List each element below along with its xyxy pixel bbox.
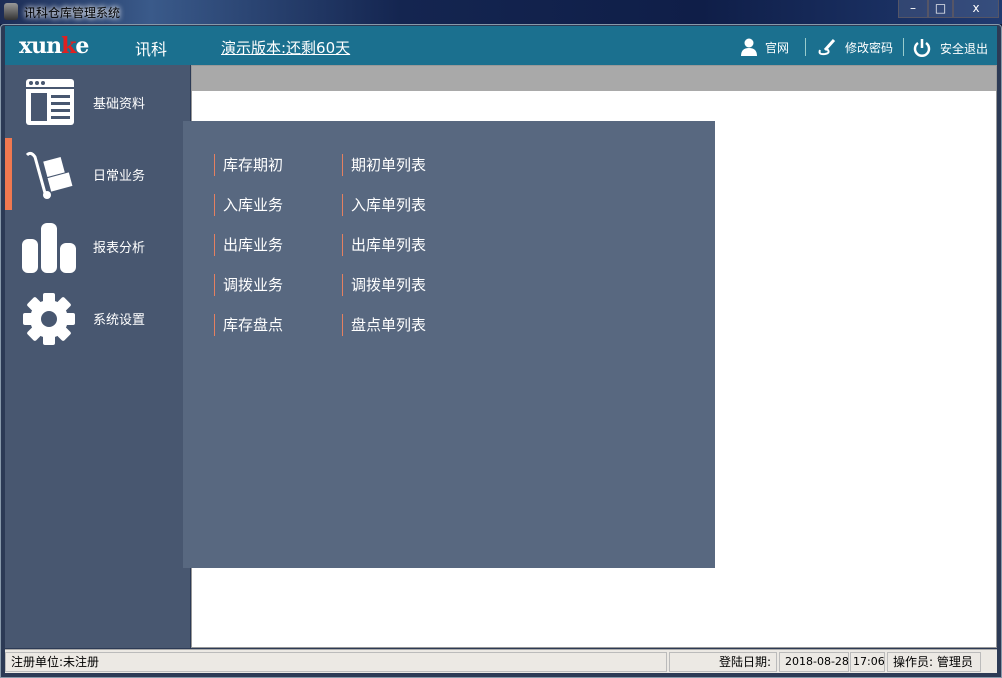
submenu-item[interactable]: 期初单列表 bbox=[342, 154, 426, 176]
logout-link[interactable]: 安全退出 bbox=[912, 38, 988, 58]
logo-cn: 讯科 bbox=[135, 40, 168, 59]
window-title: 讯科仓库管理系统 bbox=[24, 6, 121, 20]
submenu-item[interactable]: 出库单列表 bbox=[342, 234, 426, 256]
sidebar-item-daily-business[interactable]: 日常业务 bbox=[5, 137, 190, 209]
submenu-item[interactable]: 盘点单列表 bbox=[342, 314, 426, 336]
submenu-item[interactable]: 库存期初 bbox=[214, 154, 283, 176]
hand-truck-icon bbox=[25, 151, 73, 199]
close-button[interactable]: x bbox=[953, 0, 999, 18]
link-label: 官网 bbox=[765, 40, 790, 55]
status-login-label: 登陆日期: bbox=[669, 652, 777, 672]
sidebar-item-system-settings[interactable]: 系统设置 bbox=[5, 281, 190, 353]
sidebar-item-basic-data[interactable]: 基础资料 bbox=[5, 65, 190, 137]
status-operator: 操作员: 管理员 bbox=[887, 652, 981, 672]
app-icon bbox=[4, 3, 18, 20]
bar-chart-icon bbox=[22, 223, 76, 273]
link-label: 安全退出 bbox=[940, 41, 989, 56]
sidebar-item-label: 报表分析 bbox=[93, 241, 146, 256]
title-bar: 讯科仓库管理系统 bbox=[0, 0, 1002, 24]
submenu-item[interactable]: 入库业务 bbox=[214, 194, 283, 216]
maximize-button[interactable]: □ bbox=[928, 0, 953, 18]
submenu-panel: 库存期初 入库业务 出库业务 调拨业务 库存盘点 期初单列表 入库单列表 出库单… bbox=[183, 121, 715, 568]
power-icon bbox=[913, 39, 931, 57]
sidebar-item-label: 日常业务 bbox=[93, 169, 146, 184]
official-site-link[interactable]: 官网 bbox=[741, 38, 789, 56]
submenu-item[interactable]: 库存盘点 bbox=[214, 314, 283, 336]
window-list-icon bbox=[26, 79, 74, 125]
submenu-item[interactable]: 调拨单列表 bbox=[342, 274, 426, 296]
app-header: xunke 讯科 演示版本:还剩60天 官网 修改密码 安全退出 bbox=[5, 26, 997, 65]
status-company: 注册单位:未注册 bbox=[5, 652, 667, 672]
sidebar-item-reports[interactable]: 报表分析 bbox=[5, 209, 190, 281]
link-label: 修改密码 bbox=[845, 40, 894, 55]
logo: xunke bbox=[19, 33, 89, 59]
submenu-item[interactable]: 调拨业务 bbox=[214, 274, 283, 296]
status-time: 17:06 bbox=[850, 652, 885, 672]
submenu-item[interactable]: 出库业务 bbox=[214, 234, 283, 256]
divider bbox=[903, 38, 904, 56]
gear-icon bbox=[23, 293, 75, 345]
submenu-item[interactable]: 入库单列表 bbox=[342, 194, 426, 216]
sidebar: 基础资料 日常业务 报表分析 系统设置 bbox=[5, 65, 190, 648]
tab-strip bbox=[192, 66, 996, 91]
user-icon bbox=[741, 38, 757, 56]
demo-version-link[interactable]: 演示版本:还剩60天 bbox=[221, 37, 350, 58]
status-date: 2018-08-28 bbox=[779, 652, 849, 672]
status-bar: 注册单位:未注册 登陆日期: 2018-08-28 17:06 操作员: 管理员 bbox=[5, 649, 997, 673]
sidebar-item-label: 系统设置 bbox=[93, 313, 146, 328]
sidebar-item-label: 基础资料 bbox=[93, 97, 146, 112]
divider bbox=[805, 38, 806, 56]
pen-icon bbox=[818, 38, 836, 56]
minimize-button[interactable]: – bbox=[898, 0, 928, 18]
change-password-link[interactable]: 修改密码 bbox=[817, 38, 893, 56]
